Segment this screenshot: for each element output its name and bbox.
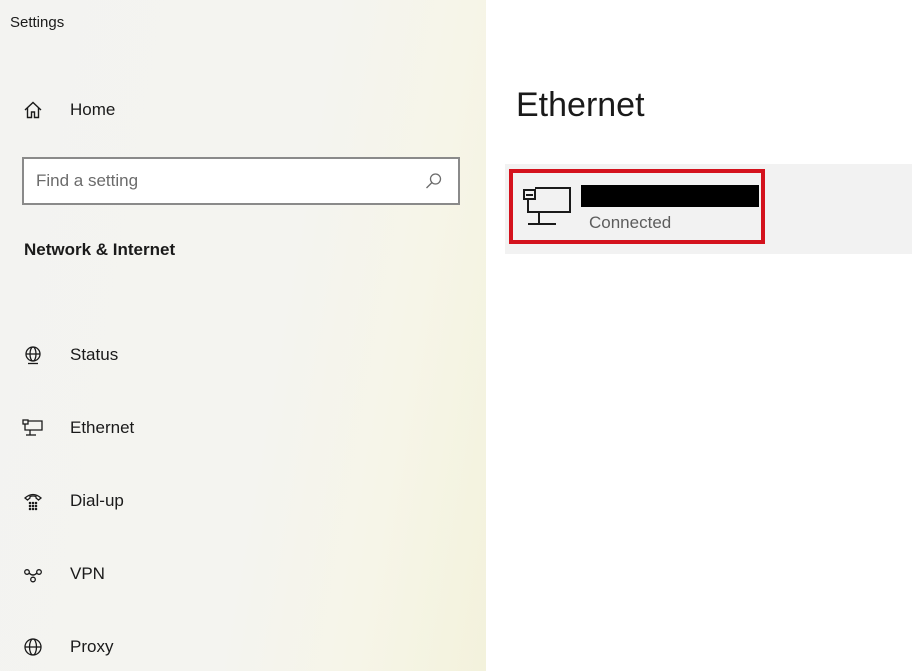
app-title: Settings xyxy=(10,14,65,31)
sidebar-item-label: Dial-up xyxy=(70,490,124,510)
home-label: Home xyxy=(70,100,116,119)
globe-status-icon xyxy=(20,342,46,368)
search-icon[interactable] xyxy=(420,167,448,195)
section-title: Network & Internet xyxy=(24,240,176,259)
sidebar-item-ethernet[interactable]: Ethernet xyxy=(14,391,454,464)
network-connection-item[interactable]: Connected xyxy=(518,178,759,238)
redacted-network-name xyxy=(581,185,759,207)
home-nav-item[interactable]: Home xyxy=(14,90,454,130)
sidebar-item-proxy[interactable]: Proxy xyxy=(14,610,454,671)
network-status: Connected xyxy=(589,213,672,232)
sidebar-item-vpn[interactable]: VPN xyxy=(14,537,454,610)
vpn-icon xyxy=(20,561,46,587)
sidebar-item-label: Status xyxy=(70,344,119,364)
home-icon xyxy=(20,97,46,123)
sidebar: Settings Home Network & Internet xyxy=(0,0,486,671)
settings-window: Settings Home Network & Internet xyxy=(0,0,912,671)
page-title: Ethernet xyxy=(516,86,645,124)
sidebar-item-label: VPN xyxy=(70,563,105,583)
dialup-phone-icon xyxy=(20,488,46,514)
sidebar-item-status[interactable]: Status xyxy=(14,318,454,391)
sidebar-item-label: Proxy xyxy=(70,636,114,656)
sidebar-item-dialup[interactable]: Dial-up xyxy=(14,464,454,537)
search-box[interactable] xyxy=(22,157,460,205)
nav-list: Status Ethernet Dial-up VPN Proxy xyxy=(14,318,454,671)
globe-icon xyxy=(20,634,46,660)
sidebar-item-label: Ethernet xyxy=(70,417,135,437)
ethernet-icon xyxy=(20,415,46,441)
search-input[interactable] xyxy=(24,159,420,203)
ethernet-icon xyxy=(522,184,574,228)
